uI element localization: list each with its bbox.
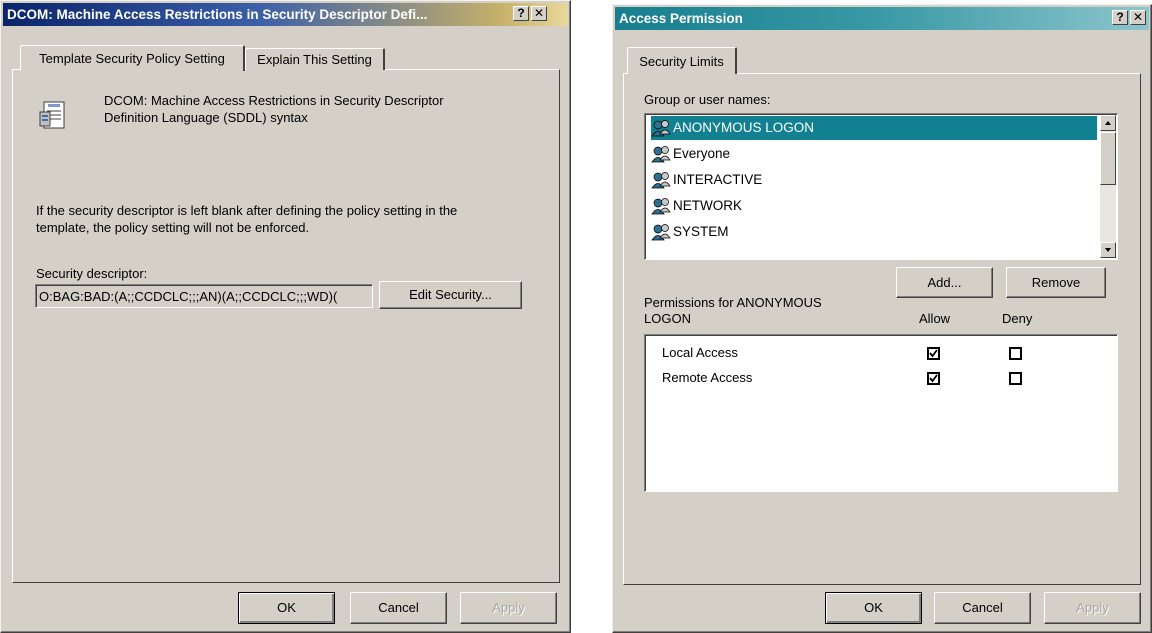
security-descriptor-field[interactable]: O:BAG:BAD:(A;;CCDCLC;;;AN)(A;;CCDCLC;;;W… xyxy=(35,284,373,308)
user-group-icon xyxy=(651,145,671,163)
permission-deny-checkbox[interactable] xyxy=(1009,372,1022,385)
help-button[interactable]: ? xyxy=(1112,10,1128,25)
dialog-title: DCOM: Machine Access Restrictions in Sec… xyxy=(7,7,428,22)
permissions-label-line1: Permissions for ANONYMOUS xyxy=(644,295,822,310)
policy-heading-line2: Definition Language (SDDL) syntax xyxy=(104,110,308,125)
scrollbar[interactable] xyxy=(1100,115,1116,258)
close-button[interactable]: ✕ xyxy=(1130,10,1146,25)
user-name: NETWORK xyxy=(673,198,742,213)
policy-icon xyxy=(38,100,70,132)
user-group-icon xyxy=(651,171,671,189)
ok-button[interactable]: OK xyxy=(825,592,922,624)
apply-button[interactable]: Apply xyxy=(1044,592,1141,624)
group-or-user-names-label: Group or user names: xyxy=(644,92,771,107)
help-button[interactable]: ? xyxy=(513,6,529,21)
scroll-up-button[interactable] xyxy=(1100,115,1116,131)
cancel-button[interactable]: Cancel xyxy=(350,592,447,624)
policy-heading-line1: DCOM: Machine Access Restrictions in Sec… xyxy=(104,93,444,108)
user-list-item[interactable]: INTERACTIVE xyxy=(651,168,762,192)
tab-explain-this-setting[interactable]: Explain This Setting xyxy=(245,48,385,70)
tab-template-security-policy-setting[interactable]: Template Security Policy Setting xyxy=(20,45,245,71)
scroll-thumb[interactable] xyxy=(1100,132,1116,185)
close-icon: ✕ xyxy=(1132,10,1144,24)
user-list[interactable]: ANONYMOUS LOGON Everyone INTERACTIVE NETWOR… xyxy=(644,113,1118,260)
permission-name: Local Access xyxy=(662,345,738,360)
apply-button[interactable]: Apply xyxy=(460,592,557,624)
edit-security-button[interactable]: Edit Security... xyxy=(379,281,522,309)
allow-column-header: Allow xyxy=(919,311,951,326)
user-list-item[interactable]: Everyone xyxy=(651,142,730,166)
info-text-line2: template, the policy setting will not be… xyxy=(36,220,310,235)
close-button[interactable]: ✕ xyxy=(531,6,547,21)
cancel-button[interactable]: Cancel xyxy=(934,592,1031,624)
permission-allow-checkbox[interactable] xyxy=(927,347,940,360)
security-descriptor-label: Security descriptor: xyxy=(36,266,148,281)
arrow-up-icon xyxy=(1105,121,1111,125)
permission-allow-checkbox[interactable] xyxy=(927,372,940,385)
user-list-item[interactable]: SYSTEM xyxy=(651,220,729,244)
user-name: ANONYMOUS LOGON xyxy=(673,120,815,135)
user-name: SYSTEM xyxy=(673,224,729,239)
user-group-icon xyxy=(651,223,671,241)
permissions-label-line2: LOGON xyxy=(644,311,691,326)
user-group-icon xyxy=(651,197,671,215)
info-text-line1: If the security descriptor is left blank… xyxy=(36,203,458,218)
permissions-list[interactable]: Local Access Remote Access xyxy=(644,334,1118,492)
user-name: Everyone xyxy=(673,146,731,161)
access-permission-dialog: Access Permission ? ✕ Security Limits Gr… xyxy=(612,4,1152,633)
add-button[interactable]: Add... xyxy=(896,267,993,298)
tab-security-limits[interactable]: Security Limits xyxy=(627,47,737,74)
arrow-down-icon xyxy=(1105,248,1111,252)
deny-column-header: Deny xyxy=(1002,311,1033,326)
title-bar[interactable]: Access Permission ? ✕ xyxy=(615,7,1149,30)
user-name: INTERACTIVE xyxy=(673,172,763,187)
title-bar[interactable]: DCOM: Machine Access Restrictions in Sec… xyxy=(3,3,568,26)
ok-button[interactable]: OK xyxy=(238,592,335,624)
close-icon: ✕ xyxy=(533,6,545,20)
remove-button[interactable]: Remove xyxy=(1006,267,1106,298)
scroll-down-button[interactable] xyxy=(1100,242,1116,258)
user-group-icon xyxy=(651,119,671,137)
dialog-title: Access Permission xyxy=(619,11,743,26)
user-list-item[interactable]: ANONYMOUS LOGON xyxy=(651,116,1097,140)
permission-name: Remote Access xyxy=(662,370,753,385)
policy-setting-dialog: DCOM: Machine Access Restrictions in Sec… xyxy=(0,0,571,633)
permission-deny-checkbox[interactable] xyxy=(1009,347,1022,360)
user-list-item[interactable]: NETWORK xyxy=(651,194,742,218)
tab-panel xyxy=(12,69,560,583)
